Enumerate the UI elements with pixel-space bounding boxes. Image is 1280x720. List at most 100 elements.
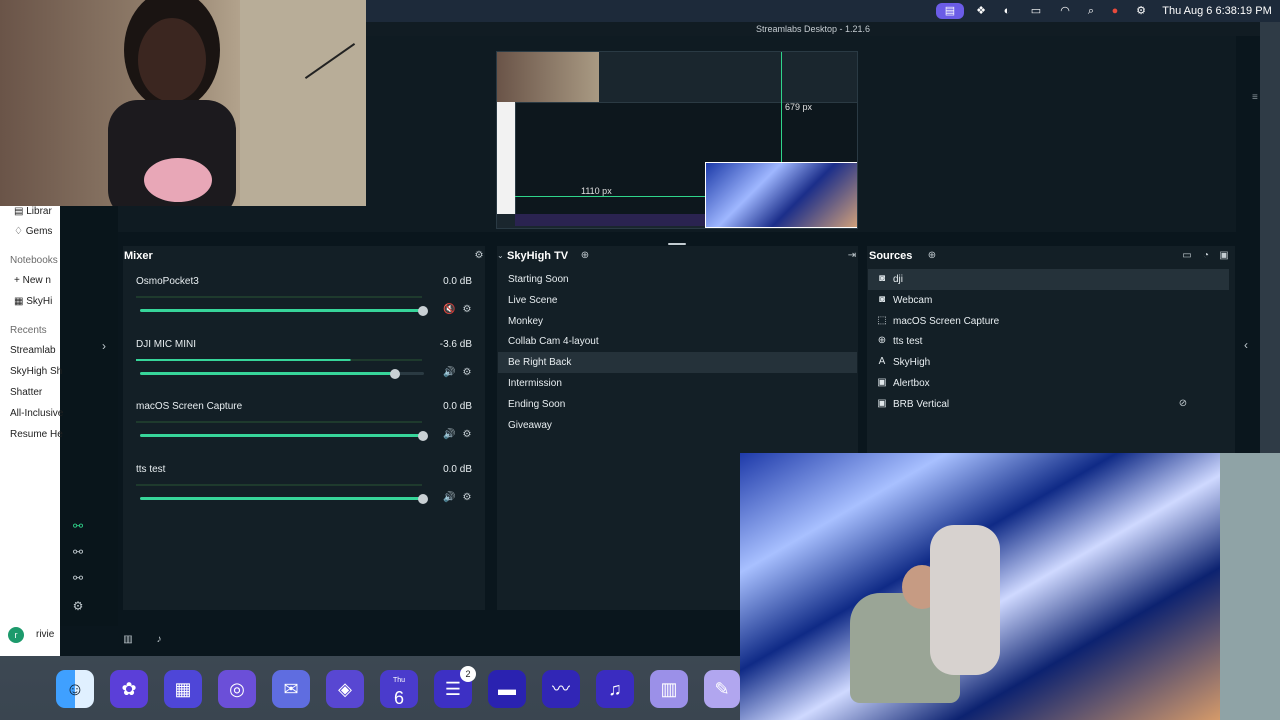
preview-selection-guide bbox=[781, 52, 782, 164]
volume-slider[interactable] bbox=[140, 309, 424, 312]
webcam-person bbox=[108, 0, 236, 206]
source-group-icon[interactable]: ▭ bbox=[1181, 250, 1193, 262]
resize-handle[interactable] bbox=[668, 243, 686, 245]
mail-icon[interactable]: ✉ bbox=[272, 670, 310, 708]
chrome-icon[interactable]: ◎ bbox=[218, 670, 256, 708]
recent-item[interactable]: Resume He bbox=[10, 427, 63, 443]
scene-item[interactable]: Collab Cam 4-layout bbox=[498, 331, 857, 352]
wifi-icon[interactable]: ◠ bbox=[1056, 3, 1074, 19]
source-label: Alertbox bbox=[893, 378, 930, 389]
notes-icon[interactable]: ▬ bbox=[488, 670, 526, 708]
volume-meter bbox=[136, 483, 422, 486]
speaker-icon[interactable]: 🔊 bbox=[443, 367, 455, 379]
source-settings-icon[interactable]: ⚙ bbox=[461, 492, 473, 504]
stage-manager-icon[interactable]: ▤ bbox=[936, 3, 964, 19]
scene-item[interactable]: Starting Soon bbox=[498, 269, 857, 290]
app-icon[interactable]: ❖ bbox=[972, 3, 990, 19]
stream-preview[interactable]: 679 px 1110 px bbox=[496, 51, 858, 229]
expand-sidebar-icon[interactable]: › bbox=[96, 338, 112, 354]
hidden-eye-icon[interactable]: ⊘ bbox=[1177, 398, 1189, 410]
recent-item[interactable]: Streamlab bbox=[10, 343, 56, 359]
photos-icon[interactable]: ✿ bbox=[110, 670, 148, 708]
muted-speaker-icon[interactable]: 🔇 bbox=[443, 304, 455, 316]
battery-icon[interactable]: ▭ bbox=[1024, 3, 1048, 19]
link-icon-2[interactable]: ⚯ bbox=[70, 570, 86, 586]
scene-item[interactable]: Giveaway bbox=[498, 415, 857, 436]
volume-slider-knob[interactable] bbox=[389, 368, 400, 379]
recent-item[interactable]: SkyHigh Sh bbox=[10, 364, 62, 380]
selected-source-box[interactable] bbox=[705, 162, 857, 228]
text-icon: A bbox=[878, 356, 886, 368]
source-item[interactable]: ▣ Alertbox bbox=[868, 373, 1229, 394]
control-center-icon[interactable]: ⚙ bbox=[1132, 3, 1150, 19]
scene-item[interactable]: Ending Soon bbox=[498, 394, 857, 415]
source-item[interactable]: A SkyHigh bbox=[868, 352, 1229, 373]
pages-icon[interactable]: ✎ bbox=[704, 670, 740, 708]
notifications-icon[interactable]: ♪ bbox=[153, 634, 165, 646]
source-label: macOS Screen Capture bbox=[893, 315, 1000, 327]
menubar-clock[interactable]: Thu Aug 6 6:38:19 PM bbox=[1162, 3, 1272, 19]
launchpad-icon[interactable]: ▦ bbox=[164, 670, 202, 708]
collection-dropdown-icon[interactable]: ⌄ bbox=[497, 251, 504, 260]
notebook-icon: ▦ bbox=[14, 296, 27, 307]
volume-slider[interactable] bbox=[140, 434, 424, 437]
volume-slider-knob[interactable] bbox=[418, 493, 428, 504]
circle-icon[interactable]: ◐ bbox=[998, 3, 1016, 19]
source-item[interactable]: ◙ Webcam bbox=[868, 290, 1229, 311]
volume-meter bbox=[136, 421, 422, 423]
speaker-icon[interactable]: 🔊 bbox=[443, 429, 455, 441]
mixer-db-value: 0.0 dB bbox=[443, 463, 472, 475]
add-source-icon[interactable]: ⊕ bbox=[926, 250, 938, 262]
source-item[interactable]: ⬚ macOS Screen Capture bbox=[868, 311, 1229, 332]
source-settings-icon[interactable]: ⚙ bbox=[461, 367, 473, 379]
safari-icon[interactable]: ◈ bbox=[326, 670, 364, 708]
speaker-icon[interactable]: 🔊 bbox=[443, 492, 455, 504]
gems-item[interactable]: ♢ Gems bbox=[14, 224, 52, 240]
scene-collection-title[interactable]: SkyHigh TV bbox=[507, 250, 568, 262]
scene-item[interactable]: Live Scene bbox=[498, 290, 857, 311]
right-expand-icon[interactable]: ‹ bbox=[1244, 338, 1248, 352]
source-settings-icon[interactable]: ⚙ bbox=[461, 304, 473, 316]
volume-slider[interactable] bbox=[140, 496, 424, 500]
source-item[interactable]: ▣ BRB Vertical bbox=[868, 394, 1229, 415]
add-folder-icon[interactable]: ▣ bbox=[1218, 250, 1230, 262]
scene-item[interactable]: Intermission bbox=[498, 373, 857, 394]
menu-icon[interactable]: ≡ bbox=[1252, 92, 1258, 103]
new-notebook-item[interactable]: + New n bbox=[14, 273, 51, 289]
numbers-icon[interactable]: ▥ bbox=[650, 670, 688, 708]
calendar-icon[interactable]: Thu 6 bbox=[380, 670, 418, 708]
recent-item[interactable]: All-Inclusive bbox=[10, 406, 63, 422]
source-item[interactable]: ◙ dji bbox=[868, 269, 1229, 290]
add-scene-icon[interactable]: ⊕ bbox=[579, 250, 591, 262]
freeform-icon[interactable]: 〰 bbox=[542, 670, 580, 708]
volume-slider[interactable] bbox=[140, 371, 424, 375]
performance-icon[interactable]: ▥ bbox=[122, 634, 134, 646]
source-item[interactable]: ⊕ tts test bbox=[868, 331, 1229, 352]
scene-item[interactable]: Monkey bbox=[498, 311, 857, 332]
settings-icon[interactable]: ⚙ bbox=[70, 598, 86, 614]
collapse-icon[interactable]: ⇥ bbox=[846, 250, 858, 262]
height-label: 679 px bbox=[785, 102, 813, 112]
library-item[interactable]: ▤ Librar bbox=[14, 204, 52, 220]
integration-icon[interactable]: ⚯ bbox=[70, 518, 86, 534]
avatar[interactable]: r bbox=[8, 627, 24, 643]
music-icon[interactable]: ♫ bbox=[596, 670, 634, 708]
finder-icon[interactable]: ☺ bbox=[56, 670, 94, 708]
search-icon[interactable]: ⌕ bbox=[1082, 3, 1100, 19]
mixer-settings-icon[interactable]: ⚙ bbox=[473, 250, 485, 262]
source-settings-icon[interactable]: ⚙ bbox=[461, 429, 473, 441]
volume-slider-knob[interactable] bbox=[418, 431, 428, 441]
video-overlay bbox=[740, 453, 1280, 720]
notebook-item[interactable]: ▦ SkyHi bbox=[14, 294, 52, 310]
scene-item[interactable]: Be Right Back bbox=[498, 352, 857, 374]
recents-label: Recents bbox=[10, 325, 47, 336]
chrome-icon[interactable]: ● bbox=[1106, 3, 1124, 19]
mixer-source-name: macOS Screen Capture bbox=[136, 401, 243, 412]
webcam-overlay bbox=[0, 0, 366, 206]
volume-slider-knob[interactable] bbox=[418, 306, 428, 316]
camera-icon: ◙ bbox=[878, 293, 886, 305]
link-icon[interactable]: ⚯ bbox=[70, 544, 86, 560]
mixer-source-name: OsmoPocket3 bbox=[136, 276, 199, 287]
recent-item[interactable]: Shatter bbox=[10, 385, 42, 401]
source-filter-icon[interactable]: ◔ bbox=[1200, 250, 1212, 262]
